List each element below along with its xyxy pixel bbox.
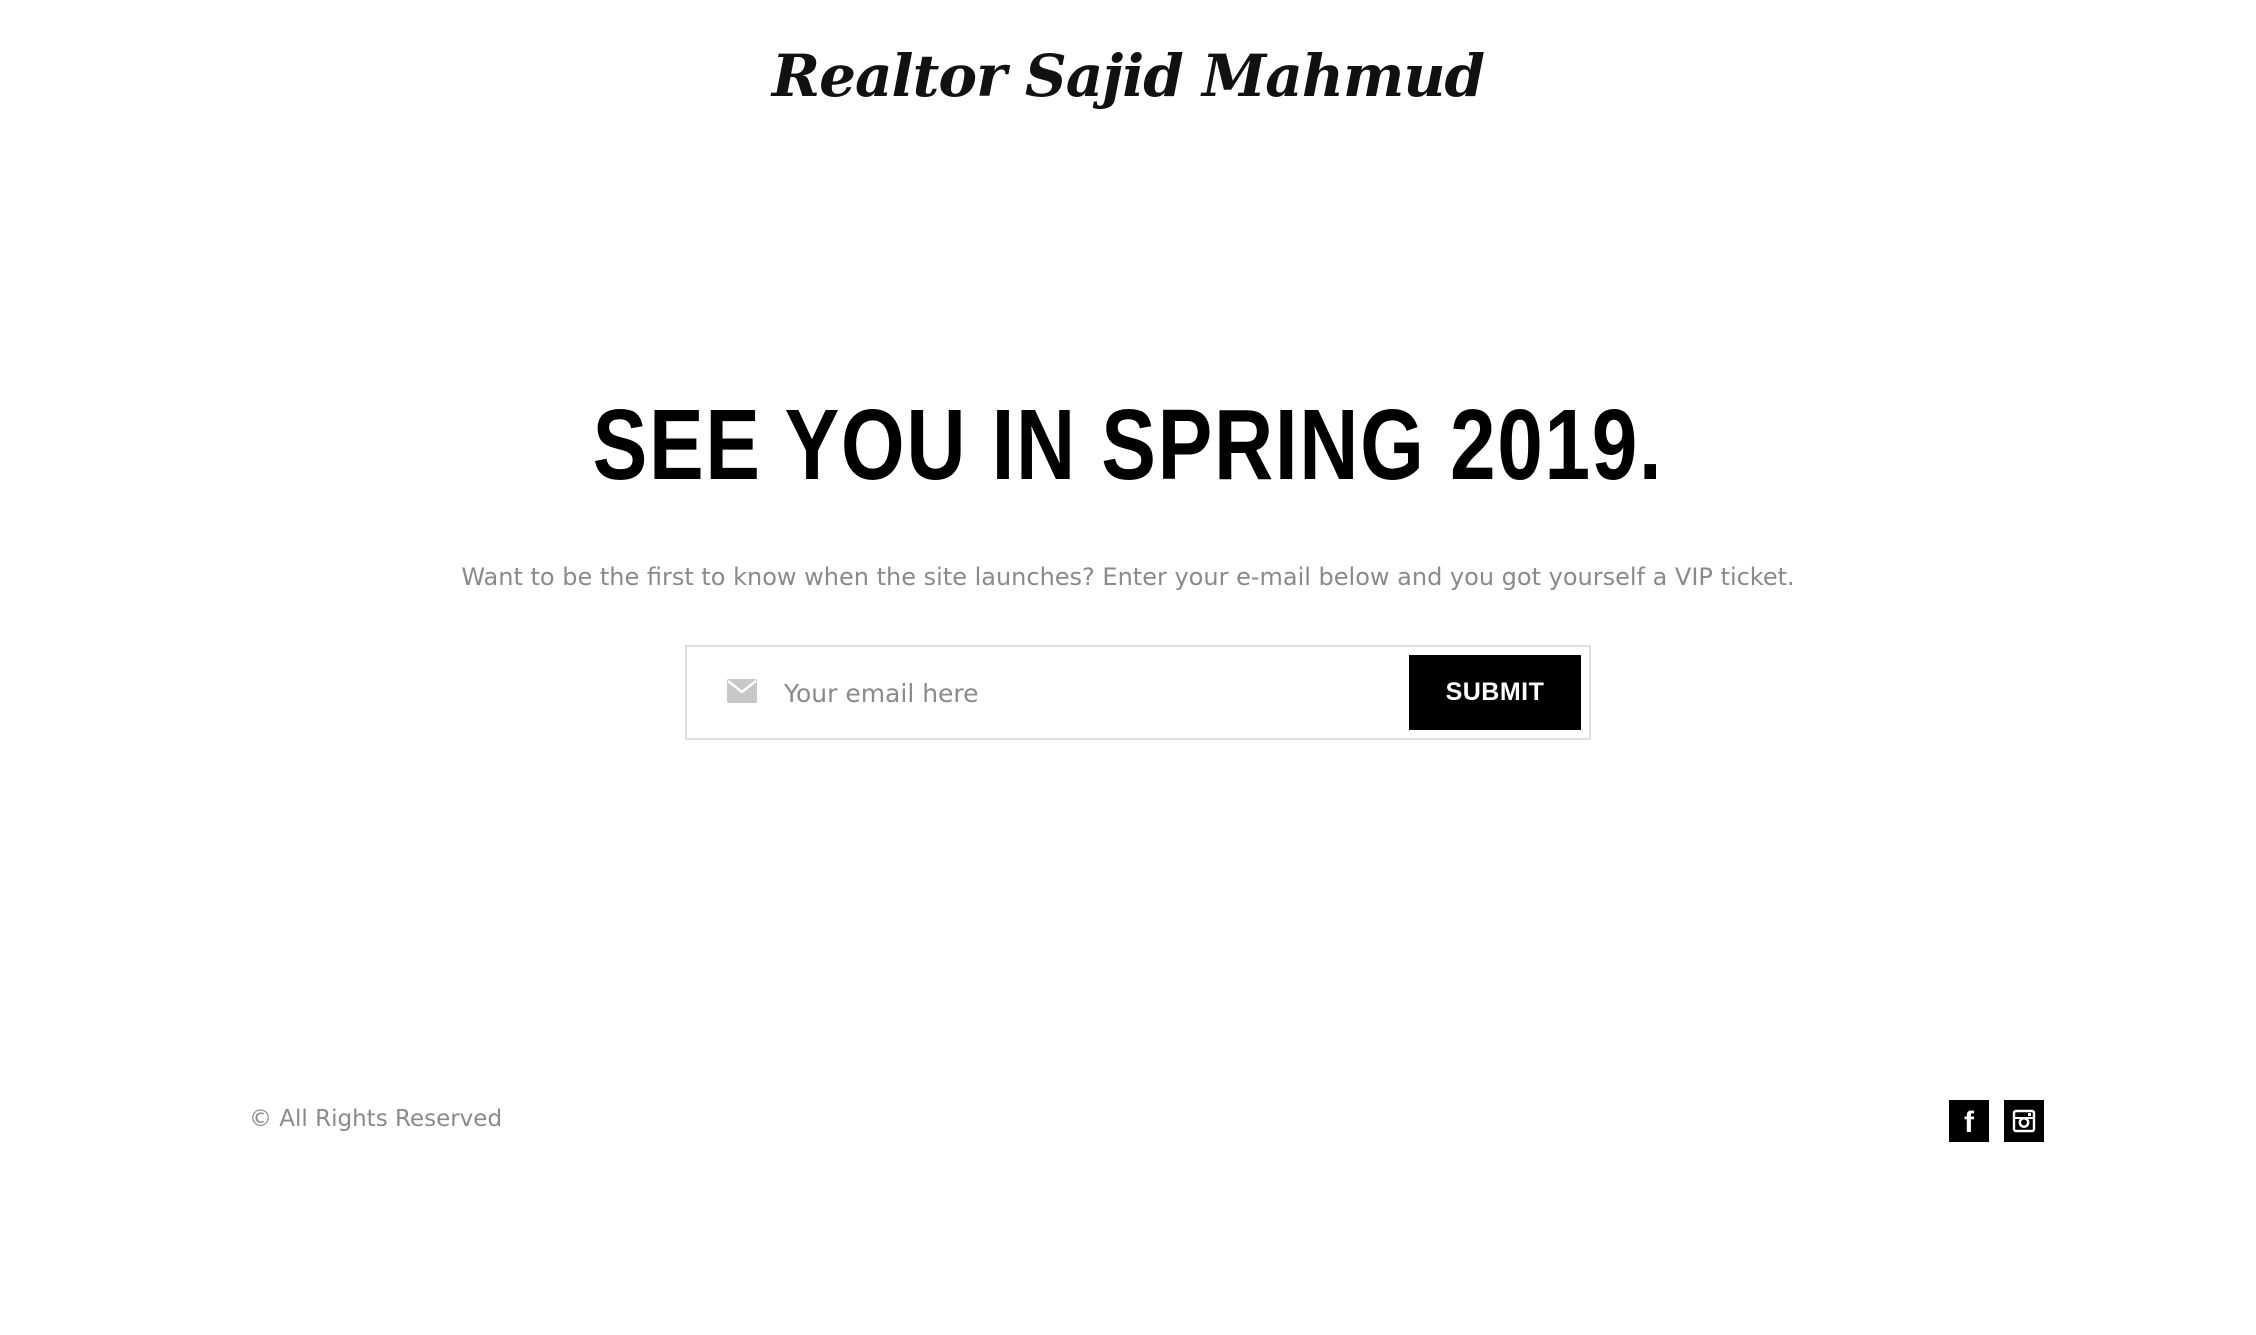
- hero-section: SEE YOU IN SPRING 2019. Want to be the f…: [0, 385, 2256, 591]
- envelope-icon: [727, 679, 757, 703]
- social-links: f: [1949, 1100, 2044, 1142]
- facebook-link[interactable]: f: [1949, 1100, 1989, 1142]
- submit-button[interactable]: SUBMIT: [1409, 655, 1581, 730]
- site-logo[interactable]: Realtor Sajid Mahmud: [0, 42, 2256, 110]
- facebook-icon: f: [1964, 1106, 1974, 1139]
- email-signup-form: SUBMIT: [685, 645, 1591, 740]
- page: Realtor Sajid Mahmud SEE YOU IN SPRING 2…: [0, 0, 2256, 1335]
- instagram-icon: [2012, 1109, 2036, 1133]
- hero-subtext: Want to be the first to know when the si…: [461, 563, 1795, 591]
- instagram-link[interactable]: [2004, 1100, 2044, 1142]
- page-title: SEE YOU IN SPRING 2019.: [592, 389, 1664, 501]
- email-input[interactable]: [782, 665, 1366, 722]
- copyright-text: © All Rights Reserved: [249, 1106, 503, 1132]
